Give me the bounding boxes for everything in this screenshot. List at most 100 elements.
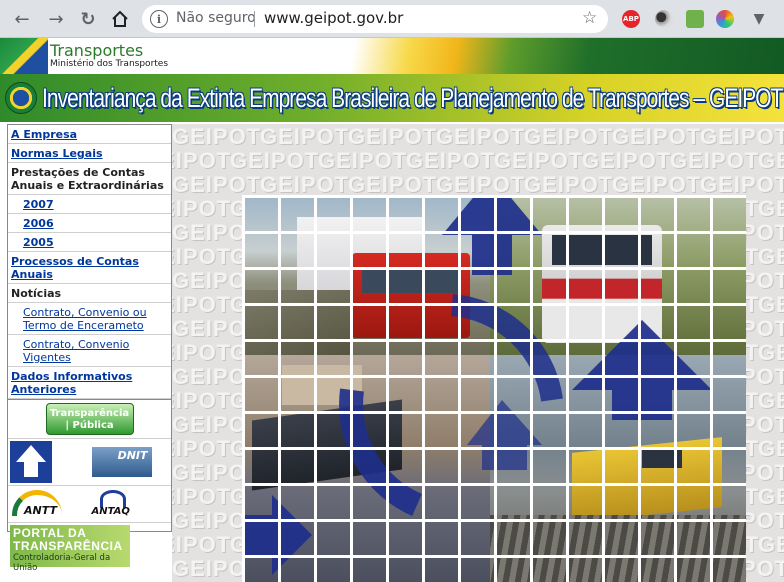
watermark-text: GEIPOT xyxy=(758,148,784,173)
grid-line xyxy=(242,195,245,582)
reload-icon[interactable]: ↻ xyxy=(76,7,100,31)
watermark-text: GEIPOT xyxy=(172,148,232,173)
watermark-text: GEIPOT xyxy=(172,340,232,365)
home-icon[interactable] xyxy=(108,7,132,31)
partner-logos: Transparência | Pública DNIT ANTT ANTAQ xyxy=(8,399,171,573)
watermark-text: GEIPOT xyxy=(758,388,784,413)
watermark-text: GEIPOT xyxy=(230,148,320,173)
watermark-text: GEIPOT xyxy=(172,436,232,461)
grid-line xyxy=(494,195,497,582)
sidebar-item-2006[interactable]: 2006 xyxy=(8,214,171,233)
logo-row: DNIT xyxy=(8,439,171,486)
grid-line xyxy=(350,195,353,582)
extension-check-icon[interactable] xyxy=(686,10,704,28)
grid-line xyxy=(242,195,746,198)
logo-row: PORTAL DA TRANSPARÊNCIA Controladoria-Ge… xyxy=(8,523,171,573)
adblock-extension-icon[interactable]: ABP xyxy=(622,10,640,28)
extension-color-icon[interactable] xyxy=(716,10,734,28)
grid-line xyxy=(242,267,746,270)
browser-toolbar: ← → ↻ i Não seguro www.geipot.gov.br ☆ A… xyxy=(0,0,784,38)
flag-graphic xyxy=(0,38,48,74)
portal-line3: Controladoria-Geral da União xyxy=(13,553,111,573)
url-text[interactable]: www.geipot.gov.br xyxy=(264,9,403,27)
sidebar-section-noticias: Notícias xyxy=(8,284,171,303)
ministry-banner: Transportes Ministério dos Transportes xyxy=(0,38,784,74)
watermark-text: GEIPOT xyxy=(172,124,262,149)
grid-line xyxy=(242,339,746,342)
info-icon[interactable]: i xyxy=(150,10,168,28)
antt-logo[interactable]: ANTT xyxy=(10,488,66,520)
transparencia-line2: | Pública xyxy=(65,420,114,431)
watermark-text: GEIPOT xyxy=(758,244,784,269)
transparencia-line1: Transparência xyxy=(49,408,130,419)
ministry-title: Transportes xyxy=(50,41,144,60)
ministry-subtitle: Ministério dos Transportes xyxy=(50,59,169,69)
watermark-text: GEIPOT xyxy=(758,532,784,557)
sidebar-item-dados-anteriores[interactable]: Dados Informativos Anteriores xyxy=(8,367,171,399)
extension-icon[interactable] xyxy=(655,10,673,28)
grid-line xyxy=(242,303,746,306)
watermark-text: GEIPOT xyxy=(612,124,702,149)
grid-line xyxy=(710,195,713,582)
watermark-text: GEIPOT xyxy=(758,484,784,509)
watermark-text: GEIPOT xyxy=(494,148,584,173)
forward-arrow-icon[interactable]: → xyxy=(44,7,68,31)
watermark-text: GEIPOT xyxy=(406,148,496,173)
watermark-text: GEIPOT xyxy=(172,244,232,269)
grid-line xyxy=(242,375,746,378)
geipot-banner: Inventariança da Extinta Empresa Brasile… xyxy=(0,74,784,122)
watermark-text: GEIPOT xyxy=(700,124,784,149)
ministerio-arrow-logo[interactable] xyxy=(10,441,52,483)
watermark-text: GEIPOT xyxy=(172,292,232,317)
sidebar-item-contrato-vigentes[interactable]: Contrato, Convenio Vigentes xyxy=(8,335,171,367)
sidebar-item-a-empresa[interactable]: A Empresa xyxy=(8,125,171,144)
grid-line xyxy=(386,195,389,582)
sidebar-item-2005[interactable]: 2005 xyxy=(8,233,171,252)
watermark-text: GEIPOT xyxy=(348,124,438,149)
menu-icon[interactable]: ▼ xyxy=(749,9,769,29)
transparencia-publica-logo[interactable]: Transparência | Pública xyxy=(45,403,134,435)
grid-line xyxy=(242,483,746,486)
star-icon[interactable]: ☆ xyxy=(582,8,597,28)
brasil-emblem-icon xyxy=(5,82,37,114)
sidebar-item-processos[interactable]: Processos de Contas Anuais xyxy=(8,252,171,284)
grid-line xyxy=(422,195,425,582)
antt-text: ANTT xyxy=(24,504,57,517)
grid-line xyxy=(458,195,461,582)
watermark-text: GEIPOT xyxy=(172,196,232,221)
sidebar-section-prestacoes: Prestações de Contas Anuais e Extraordin… xyxy=(8,163,171,195)
logo-row: ANTT ANTAQ xyxy=(8,486,171,523)
grid-line xyxy=(674,195,677,582)
watermark-text: GEIPOT xyxy=(670,148,760,173)
portal-transparencia-logo[interactable]: PORTAL DA TRANSPARÊNCIA Controladoria-Ge… xyxy=(10,525,130,573)
watermark-text: GEIPOT xyxy=(758,292,784,317)
back-arrow-icon[interactable]: ← xyxy=(10,7,34,31)
security-status: Não seguro xyxy=(176,10,256,26)
grid-line xyxy=(314,195,317,582)
sidebar-item-normas-legais[interactable]: Normas Legais xyxy=(8,144,171,163)
watermark-text: GEIPOT xyxy=(172,484,232,509)
watermark-text: GEIPOT xyxy=(318,148,408,173)
grid-line xyxy=(530,195,533,582)
watermark-text: GEIPOT xyxy=(758,436,784,461)
grid-line xyxy=(242,231,746,234)
watermark-text: GEIPOT xyxy=(260,124,350,149)
address-bar[interactable]: i Não seguro www.geipot.gov.br ☆ xyxy=(142,5,608,33)
antaq-text: ANTAQ xyxy=(91,506,130,517)
sidebar-item-2007[interactable]: 2007 xyxy=(8,195,171,214)
grid-line xyxy=(242,519,746,522)
logo-row: Transparência | Pública xyxy=(8,400,171,439)
dnit-logo[interactable]: DNIT xyxy=(91,447,152,477)
watermark-text: GEIPOT xyxy=(436,124,526,149)
grid-line xyxy=(242,555,746,558)
grid-line xyxy=(242,447,746,450)
watermark-text: GEIPOT xyxy=(582,148,672,173)
grid-line xyxy=(602,195,605,582)
grid-line xyxy=(242,411,746,414)
banner-title: Inventariança da Extinta Empresa Brasile… xyxy=(42,83,783,113)
watermark-text: GEIPOT xyxy=(758,196,784,221)
grid-line xyxy=(566,195,569,582)
antaq-logo[interactable]: ANTAQ xyxy=(92,488,136,520)
address-separator xyxy=(254,11,255,27)
sidebar-item-contrato-encerramento[interactable]: Contrato, Convenio ou Termo de Enceramet… xyxy=(8,303,171,335)
